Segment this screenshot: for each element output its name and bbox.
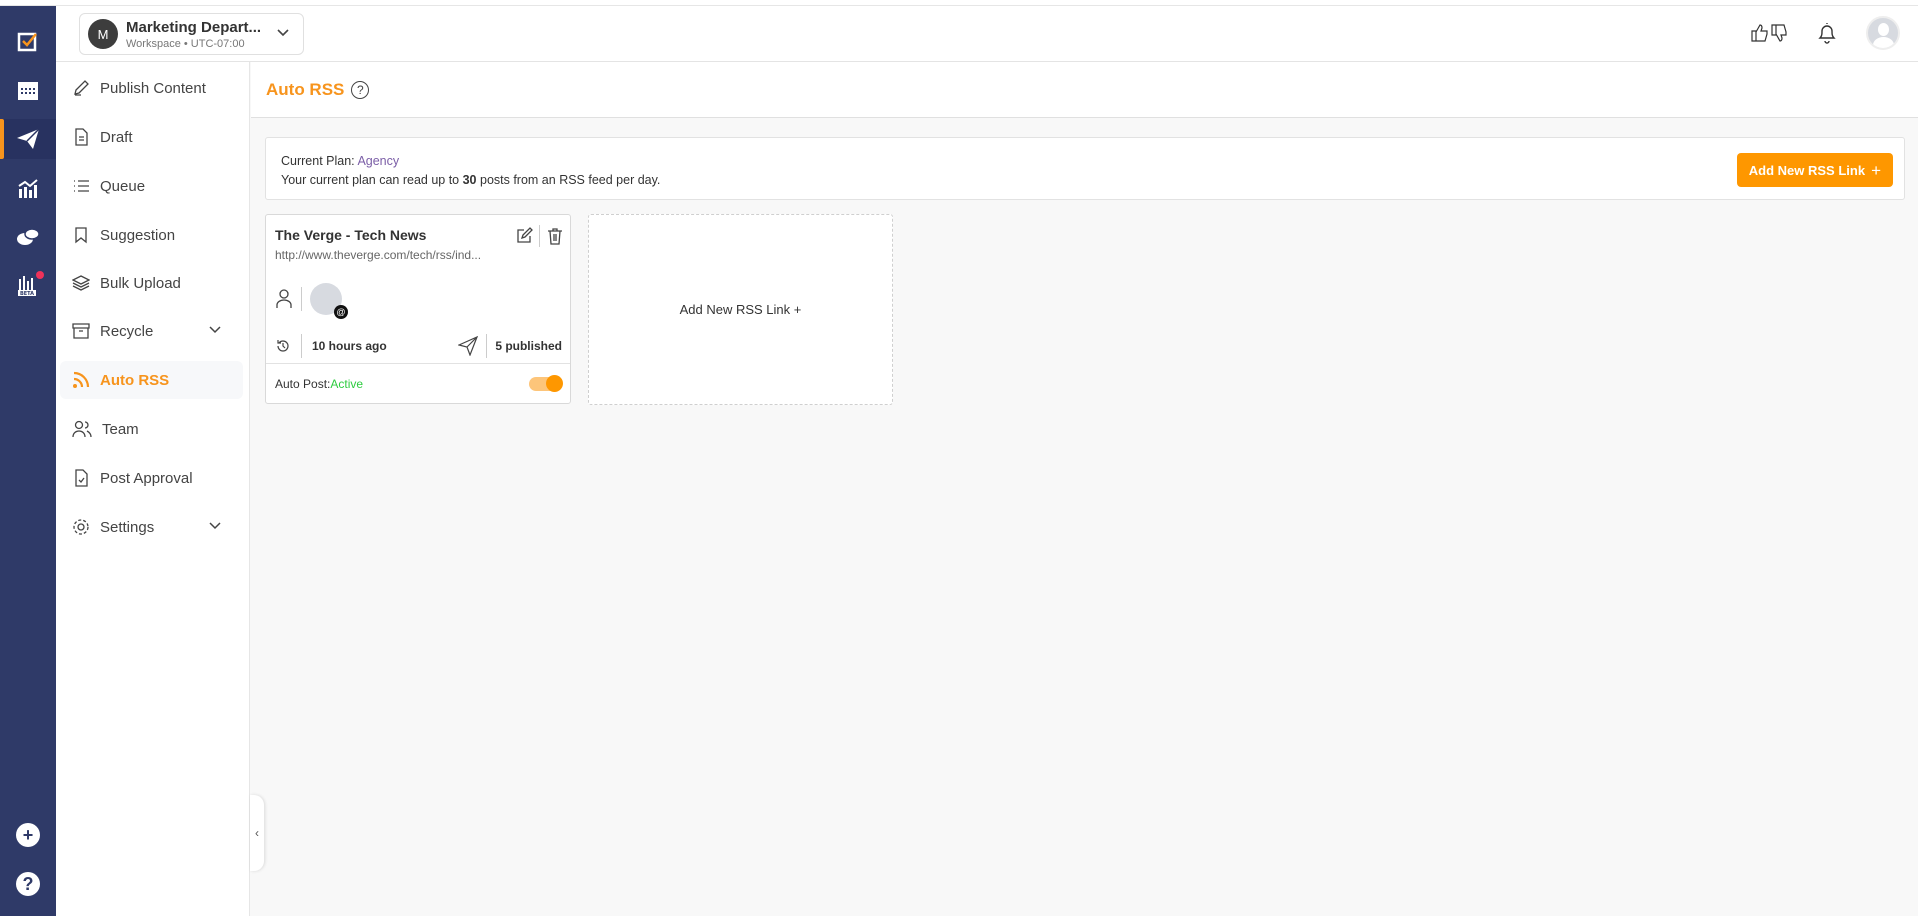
send-icon xyxy=(458,336,479,356)
workspace-subtitle: Workspace • UTC-07:00 xyxy=(126,37,245,50)
auto-post-toggle[interactable] xyxy=(529,374,563,392)
help-icon[interactable]: ? xyxy=(0,864,56,904)
workspace-avatar: M xyxy=(88,19,118,49)
list-icon xyxy=(74,180,89,192)
plan-name: Agency xyxy=(357,154,400,168)
edit-icon[interactable] xyxy=(515,227,533,245)
pencil-icon xyxy=(74,80,89,96)
auto-post-label: Auto Post: xyxy=(275,376,331,391)
nav-label: Settings xyxy=(100,518,155,536)
nav-label: Queue xyxy=(100,177,146,195)
calendar-icon[interactable] xyxy=(0,70,56,110)
feedback-icon[interactable] xyxy=(1750,23,1788,43)
app-rail: BETA + ? xyxy=(0,6,56,916)
nav-label: Team xyxy=(102,420,139,438)
user-avatar[interactable] xyxy=(1866,16,1900,50)
collapse-sidebar-handle[interactable]: ‹ xyxy=(250,795,264,871)
nav-label: Post Approval xyxy=(100,469,193,487)
workspace-name: Marketing Depart... xyxy=(126,18,262,36)
beta-analytics-icon[interactable]: BETA xyxy=(0,265,56,305)
compose-icon[interactable] xyxy=(0,21,56,61)
nav-item-bulk-upload[interactable]: Bulk Upload xyxy=(60,264,243,302)
auto-post-status: Active xyxy=(330,376,364,391)
nav-item-auto-rss[interactable]: Auto RSS xyxy=(60,361,243,399)
chevron-down-icon[interactable] xyxy=(207,321,223,337)
feed-url: http://www.theverge.com/tech/rss/ind... xyxy=(275,248,482,262)
last-run: 10 hours ago xyxy=(312,339,387,353)
nav-item-settings[interactable]: Settings xyxy=(60,508,243,546)
account-icon xyxy=(276,289,292,308)
history-icon xyxy=(277,340,289,352)
nav-item-queue[interactable]: Queue xyxy=(60,167,243,205)
publish-icon[interactable] xyxy=(0,119,56,159)
nav-item-recycle[interactable]: Recycle xyxy=(60,312,243,350)
nav-label: Auto RSS xyxy=(100,371,170,389)
add-rss-link-card[interactable]: Add New RSS Link + xyxy=(588,214,893,405)
nav-label: Publish Content xyxy=(100,79,206,97)
feed-title: The Verge - Tech News xyxy=(275,227,427,243)
nav-label: Recycle xyxy=(100,322,154,340)
inbox-icon[interactable] xyxy=(0,217,56,257)
workspace-switcher[interactable]: M Marketing Depart... Workspace • UTC-07:… xyxy=(79,13,304,55)
nav-label: Draft xyxy=(100,128,133,146)
page-header: Auto RSS ? xyxy=(251,62,1918,118)
plan-limit: 30 xyxy=(462,173,477,187)
plan-text: posts from an RSS feed per day. xyxy=(476,173,661,187)
trash-icon[interactable] xyxy=(546,227,564,245)
approval-icon xyxy=(75,469,88,487)
gear-icon xyxy=(73,519,89,535)
published-count: 5 published xyxy=(495,339,562,353)
chevron-left-icon: ‹ xyxy=(255,826,259,840)
help-icon[interactable]: ? xyxy=(351,80,370,99)
nav-item-draft[interactable]: Draft xyxy=(60,118,243,156)
plan-text: Your current plan can read up to xyxy=(281,173,463,187)
plan-info-box: Current Plan: Agency Your current plan c… xyxy=(265,137,1905,200)
threads-icon: @ xyxy=(334,305,348,319)
plus-icon[interactable]: + xyxy=(0,815,56,855)
archive-icon xyxy=(72,323,90,339)
page-title: Auto RSS xyxy=(266,79,345,99)
add-card-label: Add New RSS Link + xyxy=(679,302,802,317)
svg-text:BETA: BETA xyxy=(20,291,34,297)
rss-feed-card: The Verge - Tech News http://www.theverg… xyxy=(265,214,571,404)
users-icon xyxy=(72,420,92,438)
rss-icon xyxy=(73,371,90,388)
plus-icon: + xyxy=(1871,160,1881,180)
connected-account-avatar: @ xyxy=(310,283,348,319)
add-rss-link-button[interactable]: Add New RSS Link + xyxy=(1736,153,1893,187)
nav-label: Suggestion xyxy=(100,226,176,244)
secondary-sidebar: Publish Content Draft Queue Suggestion B… xyxy=(56,62,250,916)
layers-icon xyxy=(72,275,90,291)
nav-item-post-approval[interactable]: Post Approval xyxy=(60,459,243,497)
top-bar: M Marketing Depart... Workspace • UTC-07:… xyxy=(56,6,1918,62)
bell-icon[interactable] xyxy=(1816,21,1838,45)
chevron-down-icon[interactable] xyxy=(207,517,223,533)
document-icon xyxy=(75,128,88,146)
analytics-icon[interactable] xyxy=(0,168,56,208)
nav-label: Bulk Upload xyxy=(100,274,181,292)
notification-dot xyxy=(36,271,44,279)
plan-label: Current Plan: xyxy=(281,154,358,168)
button-label: Add New RSS Link xyxy=(1748,162,1866,178)
nav-item-suggestion[interactable]: Suggestion xyxy=(60,216,243,254)
nav-item-team[interactable]: Team xyxy=(60,410,243,448)
nav-item-publish-content[interactable]: Publish Content xyxy=(60,69,243,107)
bookmark-icon xyxy=(75,227,87,244)
chevron-down-icon xyxy=(277,29,289,37)
